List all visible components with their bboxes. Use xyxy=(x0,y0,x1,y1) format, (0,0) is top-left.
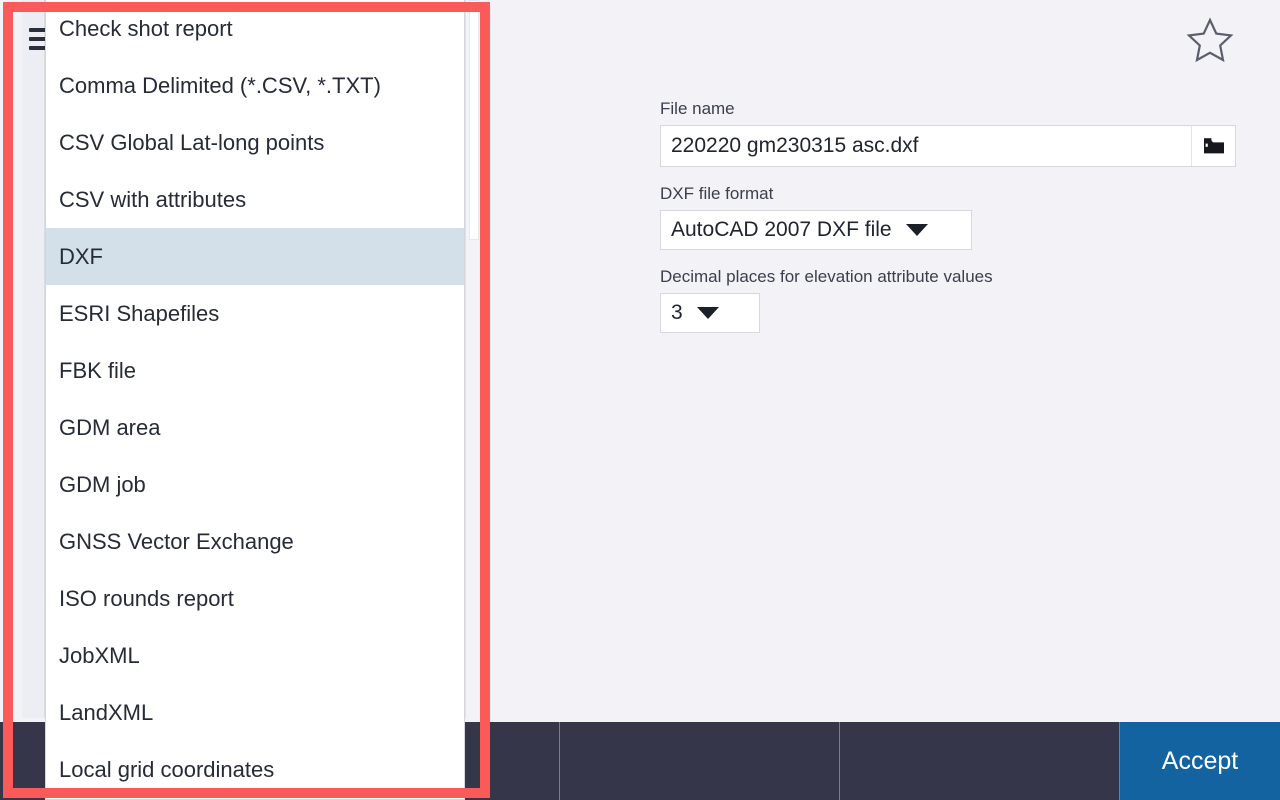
command-bar-slot-3[interactable] xyxy=(560,722,840,800)
format-list-item[interactable]: DXF xyxy=(46,228,464,285)
application-root: File name DXF file format AutoCAD 2007 D… xyxy=(0,0,1280,800)
dxf-file-format-value: AutoCAD 2007 DXF file xyxy=(671,218,892,241)
format-list-item[interactable]: Check shot report xyxy=(46,0,464,57)
dxf-file-format-label: DXF file format xyxy=(660,184,774,203)
decimal-places-field-block: Decimal places for elevation attribute v… xyxy=(660,264,1240,333)
decimal-places-label: Decimal places for elevation attribute v… xyxy=(660,267,993,286)
format-list-item[interactable]: Comma Delimited (*.CSV, *.TXT) xyxy=(46,57,464,114)
star-outline-icon[interactable] xyxy=(1184,14,1236,66)
command-bar-slot-4[interactable] xyxy=(840,722,1120,800)
file-name-label: File name xyxy=(660,99,735,118)
browse-folder-button[interactable] xyxy=(1191,126,1235,166)
format-list-item[interactable]: JobXML xyxy=(46,627,464,684)
export-settings-pane: File name DXF file format AutoCAD 2007 D… xyxy=(660,96,1240,347)
dxf-file-format-select[interactable]: AutoCAD 2007 DXF file xyxy=(660,210,972,250)
format-list-item[interactable]: LandXML xyxy=(46,684,464,741)
format-list-item[interactable]: CSV Global Lat-long points xyxy=(46,114,464,171)
format-list-scrollbar-thumb[interactable] xyxy=(469,0,479,240)
format-list-item[interactable]: ESRI Shapefiles xyxy=(46,285,464,342)
file-name-row xyxy=(660,125,1236,167)
left-icon-rail xyxy=(22,0,45,718)
folder-icon xyxy=(1203,138,1224,154)
format-list-item[interactable]: CSV with attributes xyxy=(46,171,464,228)
format-list-item[interactable]: GDM area xyxy=(46,399,464,456)
accept-button[interactable]: Accept xyxy=(1120,722,1280,800)
format-list: Check shot report Comma Delimited (*.CSV,… xyxy=(46,0,464,798)
file-name-input[interactable] xyxy=(661,126,1191,166)
format-list-item[interactable]: Local grid coordinates xyxy=(46,741,464,798)
chevron-down-icon xyxy=(696,307,719,319)
format-list-scrollbar[interactable] xyxy=(465,0,481,718)
decimal-places-value: 3 xyxy=(671,301,683,324)
dxf-format-field-block: DXF file format AutoCAD 2007 DXF file xyxy=(660,181,1240,250)
format-list-item[interactable]: FBK file xyxy=(46,342,464,399)
file-name-field-block: File name xyxy=(660,96,1240,167)
format-list-item[interactable]: ISO rounds report xyxy=(46,570,464,627)
decimal-places-select[interactable]: 3 xyxy=(660,293,760,333)
file-format-dropdown-list[interactable]: Check shot report Comma Delimited (*.CSV,… xyxy=(45,0,465,800)
chevron-down-icon xyxy=(905,224,928,236)
format-list-item[interactable]: GDM job xyxy=(46,456,464,513)
format-list-item[interactable]: GNSS Vector Exchange xyxy=(46,513,464,570)
